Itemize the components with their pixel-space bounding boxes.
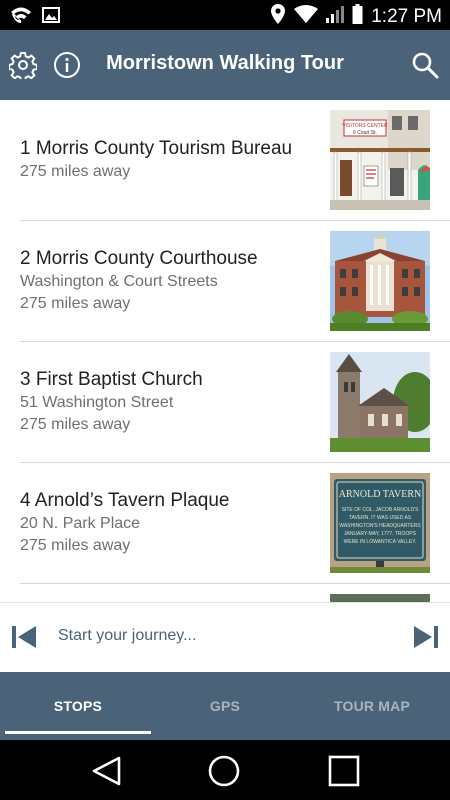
svg-text:6 Court St.: 6 Court St. (353, 130, 377, 136)
svg-text:VISITORS CENTER: VISITORS CENTER (342, 123, 388, 129)
stop-address: 20 N. Park Place (20, 515, 141, 532)
list-item-text: 4 Arnold’s Tavern Plaque 20 N. Park Plac… (20, 463, 320, 583)
tab-bar: STOPS GPS TOUR MAP (0, 672, 450, 740)
stop-address: 51 Washington Street (20, 394, 174, 411)
stop-title: 4 Arnold’s Tavern Plaque (20, 490, 230, 511)
list-item-text: 3 First Baptist Church 51 Washington Str… (20, 342, 320, 462)
stop-title: 3 First Baptist Church (20, 369, 203, 390)
stop-thumbnail (330, 352, 430, 452)
battery-icon (352, 4, 363, 29)
list-item[interactable]: 1 Morris County Tourism Bureau 275 miles… (0, 100, 450, 221)
stop-title: 2 Morris County Courthouse (20, 248, 258, 269)
svg-text:TAVERN. IT WAS USED AS: TAVERN. IT WAS USED AS (349, 515, 412, 521)
home-icon[interactable] (207, 754, 241, 788)
list-item-text: 1 Morris County Tourism Bureau 275 miles… (20, 100, 320, 220)
stop-thumbnail (330, 231, 430, 331)
app-bar: Morristown Walking Tour (0, 30, 450, 100)
wifi-signal-icon (294, 5, 319, 28)
list-item[interactable]: 2 Morris County Courthouse Washington & … (0, 221, 450, 342)
back-icon[interactable] (90, 754, 124, 788)
status-time: 1:27 PM (371, 5, 442, 27)
list-item[interactable]: 3 First Baptist Church 51 Washington Str… (0, 342, 450, 463)
recents-icon[interactable] (327, 754, 361, 788)
active-tab-indicator (5, 731, 151, 734)
journey-label[interactable]: Start your journey... (58, 627, 196, 645)
stop-distance: 275 miles away (20, 163, 131, 180)
wifi-call-icon (10, 5, 32, 30)
stop-title: 1 Morris County Tourism Bureau (20, 138, 293, 159)
app-title: Morristown Walking Tour (106, 52, 344, 74)
stop-distance: 275 miles away (20, 537, 131, 554)
list-item-text: 2 Morris County Courthouse Washington & … (20, 221, 320, 341)
tab-gps[interactable]: GPS (150, 672, 300, 740)
tab-stops[interactable]: STOPS (3, 672, 153, 740)
tab-tour-map[interactable]: TOUR MAP (297, 672, 447, 740)
stop-thumbnail: ARNOLD TAVERN SITE OF COL. JACOB ARNOLD'… (330, 473, 430, 573)
stop-thumbnail (330, 594, 430, 602)
skip-previous-icon[interactable] (10, 623, 38, 651)
image-notification-icon (42, 7, 60, 28)
cell-signal-icon (326, 5, 345, 28)
system-nav-bar (0, 740, 450, 800)
search-icon[interactable] (410, 50, 440, 80)
list-item[interactable] (0, 584, 450, 602)
svg-text:WERE IN LOWANTICA VALLEY.: WERE IN LOWANTICA VALLEY. (344, 539, 417, 545)
svg-text:ARNOLD TAVERN: ARNOLD TAVERN (339, 489, 421, 500)
stop-distance: 275 miles away (20, 295, 131, 312)
journey-bar: Start your journey... (0, 602, 450, 672)
svg-text:SITE OF COL. JACOB ARNOLD'S: SITE OF COL. JACOB ARNOLD'S (342, 507, 419, 513)
skip-next-icon[interactable] (412, 623, 440, 651)
stop-address: Washington & Court Streets (20, 273, 218, 290)
stops-list[interactable]: 1 Morris County Tourism Bureau 275 miles… (0, 100, 450, 602)
stop-thumbnail: VISITORS CENTER 6 Court St. (330, 110, 430, 210)
list-item[interactable]: 4 Arnold’s Tavern Plaque 20 N. Park Plac… (0, 463, 450, 584)
status-bar: 1:27 PM (0, 0, 450, 30)
svg-text:JANUARY-MAY, 1777. TROOPS: JANUARY-MAY, 1777. TROOPS (344, 531, 417, 537)
location-pin-icon (270, 4, 286, 29)
svg-text:WASHINGTON'S HEADQUARTERS: WASHINGTON'S HEADQUARTERS (339, 523, 421, 529)
stop-distance: 275 miles away (20, 416, 131, 433)
